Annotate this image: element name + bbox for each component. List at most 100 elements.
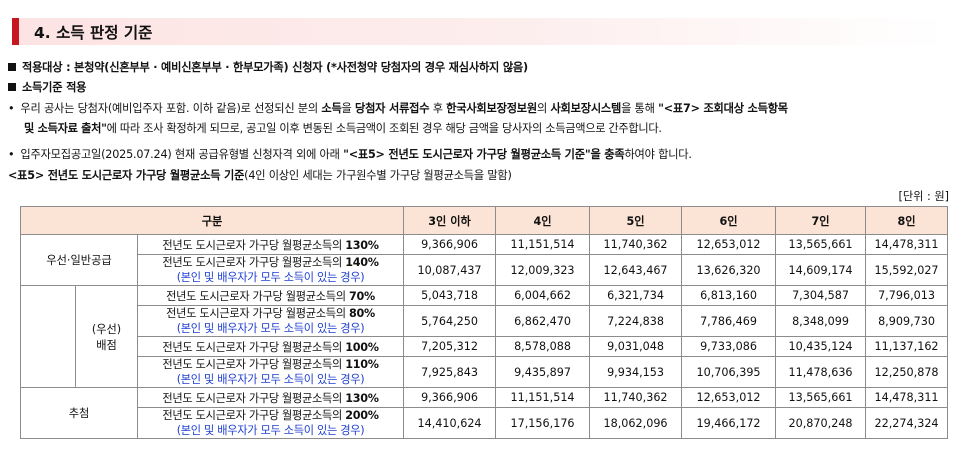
criterion-cell: 전년도 도시근로자 가구당 월평균소득의 200% (본인 및 배우자가 모두 소… [136, 407, 405, 439]
value-cell: 6,813,160 [681, 285, 777, 306]
value-cell: 14,609,174 [775, 254, 867, 286]
value-cell: 11,740,362 [589, 234, 683, 255]
table-row: (우선) 배점 전년도 도시근로자 가구당 월평균소득의 70% 5,043,71… [20, 285, 949, 388]
value-cell: 22,274,324 [865, 407, 949, 439]
para2-text: 하여야 합니다. [624, 148, 692, 161]
criterion-percent: 70% [349, 289, 375, 303]
criterion-cell: 전년도 도시근로자 가구당 월평균소득의 70% [136, 285, 405, 306]
value-cell: 10,087,437 [403, 254, 497, 286]
value-cell: 18,062,096 [589, 407, 683, 439]
value-cell: 9,031,048 [589, 336, 683, 357]
para1-text: 의 [537, 102, 551, 115]
criterion-percent: 200% [345, 409, 379, 422]
criterion-cell: 전년도 도시근로자 가구당 월평균소득의 140% (본인 및 배우자가 모두 소… [136, 254, 405, 286]
value-cell: 10,435,124 [775, 336, 867, 357]
value-cell: 8,348,099 [775, 305, 867, 337]
value-cell: 8,578,088 [495, 336, 591, 357]
value-cell: 12,250,878 [865, 356, 949, 388]
value-cell: 9,934,153 [589, 356, 683, 388]
header-cell: 3인 이하 [403, 206, 497, 235]
value-cell: 15,592,027 [865, 254, 949, 286]
para1-bold: 및 소득자료 출처" [24, 122, 107, 135]
header-cell: 5인 [589, 206, 683, 235]
value-cell: 12,643,467 [589, 254, 683, 286]
dot-bullet-icon: • [8, 148, 15, 161]
dual-income-note: (본인 및 배우자가 모두 소득이 있는 경우) [176, 271, 365, 284]
value-cell: 9,366,906 [403, 234, 497, 255]
value-cell: 20,870,248 [775, 407, 867, 439]
section-header: 4. 소득 판정 기준 [12, 18, 947, 45]
para1-bold: 당첨자 서류접수 [355, 102, 430, 115]
income-table: 구분 3인 이하 4인 5인 6인 7인 8인 우선·일반공급 전년도 도시근로… [19, 206, 949, 439]
value-cell: 5,043,718 [403, 285, 497, 306]
criteria-text: 소득기준 적용 [22, 81, 87, 94]
value-cell: 11,151,514 [495, 387, 591, 408]
value-cell: 9,366,906 [403, 387, 497, 408]
criterion-text: 전년도 도시근로자 가구당 월평균소득의 [162, 409, 346, 422]
table-row: 전년도 도시근로자 가구당 월평균소득의 80% (본인 및 배우자가 모두 소득… [21, 305, 949, 337]
criterion-cell: 전년도 도시근로자 가구당 월평균소득의 110% (본인 및 배우자가 모두 소… [136, 356, 405, 388]
criterion-text: 전년도 도시근로자 가구당 월평균소득의 [166, 307, 350, 320]
para1-bold: 한국사회보장정보원 [446, 102, 537, 115]
group-label-priority: (우선) 배점 [75, 285, 138, 388]
criterion-percent: 130% [345, 391, 379, 405]
table-caption-note: (4인 이상인 세대는 가구원수별 가구당 월평균소득을 말함) [244, 169, 512, 182]
dot-bullet-icon: • [8, 102, 15, 115]
para1-bold: "<표7> 조회대상 소득항목 [658, 102, 788, 115]
para2-bold: "<표5> 전년도 도시근로자 가구당 월평균소득 기준"을 충족 [343, 148, 625, 161]
value-cell: 12,653,012 [681, 387, 777, 408]
para1-bold: 사회보장시스템 [550, 102, 622, 115]
value-cell: 13,565,661 [775, 387, 867, 408]
criterion-text: 전년도 도시근로자 가구당 월평균소득의 [166, 289, 350, 303]
paragraph-1-line-2: 및 소득자료 출처"에 따라 조사 확정하게 되므로, 공고일 이후 변동된 소… [24, 120, 662, 136]
table-row: 추첨 전년도 도시근로자 가구당 월평균소득의 130% 9,366,906 1… [20, 387, 949, 439]
criterion-percent: 130% [345, 238, 379, 252]
square-bullet-icon [8, 63, 16, 71]
target-text: 적용대상 : 본청약(신혼부부 · 예비신혼부부 · 한부모가족) 신청자 ( [22, 61, 331, 74]
criterion-cell: 전년도 도시근로자 가구당 월평균소득의 80% (본인 및 배우자가 모두 소득… [136, 305, 405, 337]
group-spacer [20, 285, 76, 388]
table-caption: <표5> 전년도 도시근로자 가구당 월평균소득 기준(4인 이상인 세대는 가… [8, 167, 512, 183]
para1-text: 을 [341, 102, 355, 115]
criterion-cell: 전년도 도시근로자 가구당 월평균소득의 100% [136, 336, 405, 357]
value-cell: 14,478,311 [865, 387, 949, 408]
criterion-percent: 110% [345, 358, 379, 371]
value-cell: 7,796,013 [865, 285, 949, 306]
value-cell: 7,925,843 [403, 356, 497, 388]
value-cell: 8,909,730 [865, 305, 949, 337]
para2-text: 입주자모집공고일(2025.07.24) 현재 공급유형별 신청자격 외에 아래 [20, 148, 344, 161]
table-header-row: 구분 3인 이하 4인 5인 6인 7인 8인 [19, 206, 949, 235]
table-row: 전년도 도시근로자 가구당 월평균소득의 110% (본인 및 배우자가 모두 소… [21, 356, 949, 388]
section-accent-bar [12, 18, 19, 45]
criterion-text: 전년도 도시근로자 가구당 월평균소득의 [162, 391, 346, 405]
value-cell: 11,740,362 [589, 387, 683, 408]
value-cell: 6,004,662 [495, 285, 591, 306]
table-caption-bold: <표5> 전년도 도시근로자 가구당 월평균소득 기준 [8, 169, 245, 182]
group-label-lottery: 추첨 [20, 387, 138, 439]
criterion-percent: 80% [349, 307, 375, 320]
square-bullet-icon [8, 83, 16, 91]
value-cell: 6,862,470 [495, 305, 591, 337]
header-cell: 4인 [495, 206, 591, 235]
value-cell: 6,321,734 [589, 285, 683, 306]
value-cell: 12,009,323 [495, 254, 591, 286]
value-cell: 14,478,311 [865, 234, 949, 255]
value-cell: 13,565,661 [775, 234, 867, 255]
criteria-line: 소득기준 적용 [8, 79, 86, 95]
target-suffix: ) [523, 61, 528, 74]
header-cell: 6인 [681, 206, 777, 235]
value-cell: 17,156,176 [495, 407, 591, 439]
criterion-text: 전년도 도시근로자 가구당 월평균소득의 [162, 238, 346, 252]
table-row: 전년도 도시근로자 가구당 월평균소득의 100% 7,205,312 8,57… [21, 336, 949, 357]
section-title: 4. 소득 판정 기준 [34, 24, 153, 42]
value-cell: 11,478,636 [775, 356, 867, 388]
value-cell: 13,626,320 [681, 254, 777, 286]
criterion-text: 전년도 도시근로자 가구당 월평균소득의 [162, 256, 346, 269]
para1-text: 우리 공사는 당첨자(예비입주자 포함. 이하 같음)로 선정되신 분의 [20, 102, 322, 115]
value-cell: 10,706,395 [681, 356, 777, 388]
value-cell: 7,224,838 [589, 305, 683, 337]
table-row: 전년도 도시근로자 가구당 월평균소득의 200% (본인 및 배우자가 모두 소… [21, 407, 949, 439]
para1-text: 후 [429, 102, 447, 115]
dual-income-note: (본인 및 배우자가 모두 소득이 있는 경우) [176, 424, 365, 437]
criterion-percent: 100% [345, 340, 379, 354]
